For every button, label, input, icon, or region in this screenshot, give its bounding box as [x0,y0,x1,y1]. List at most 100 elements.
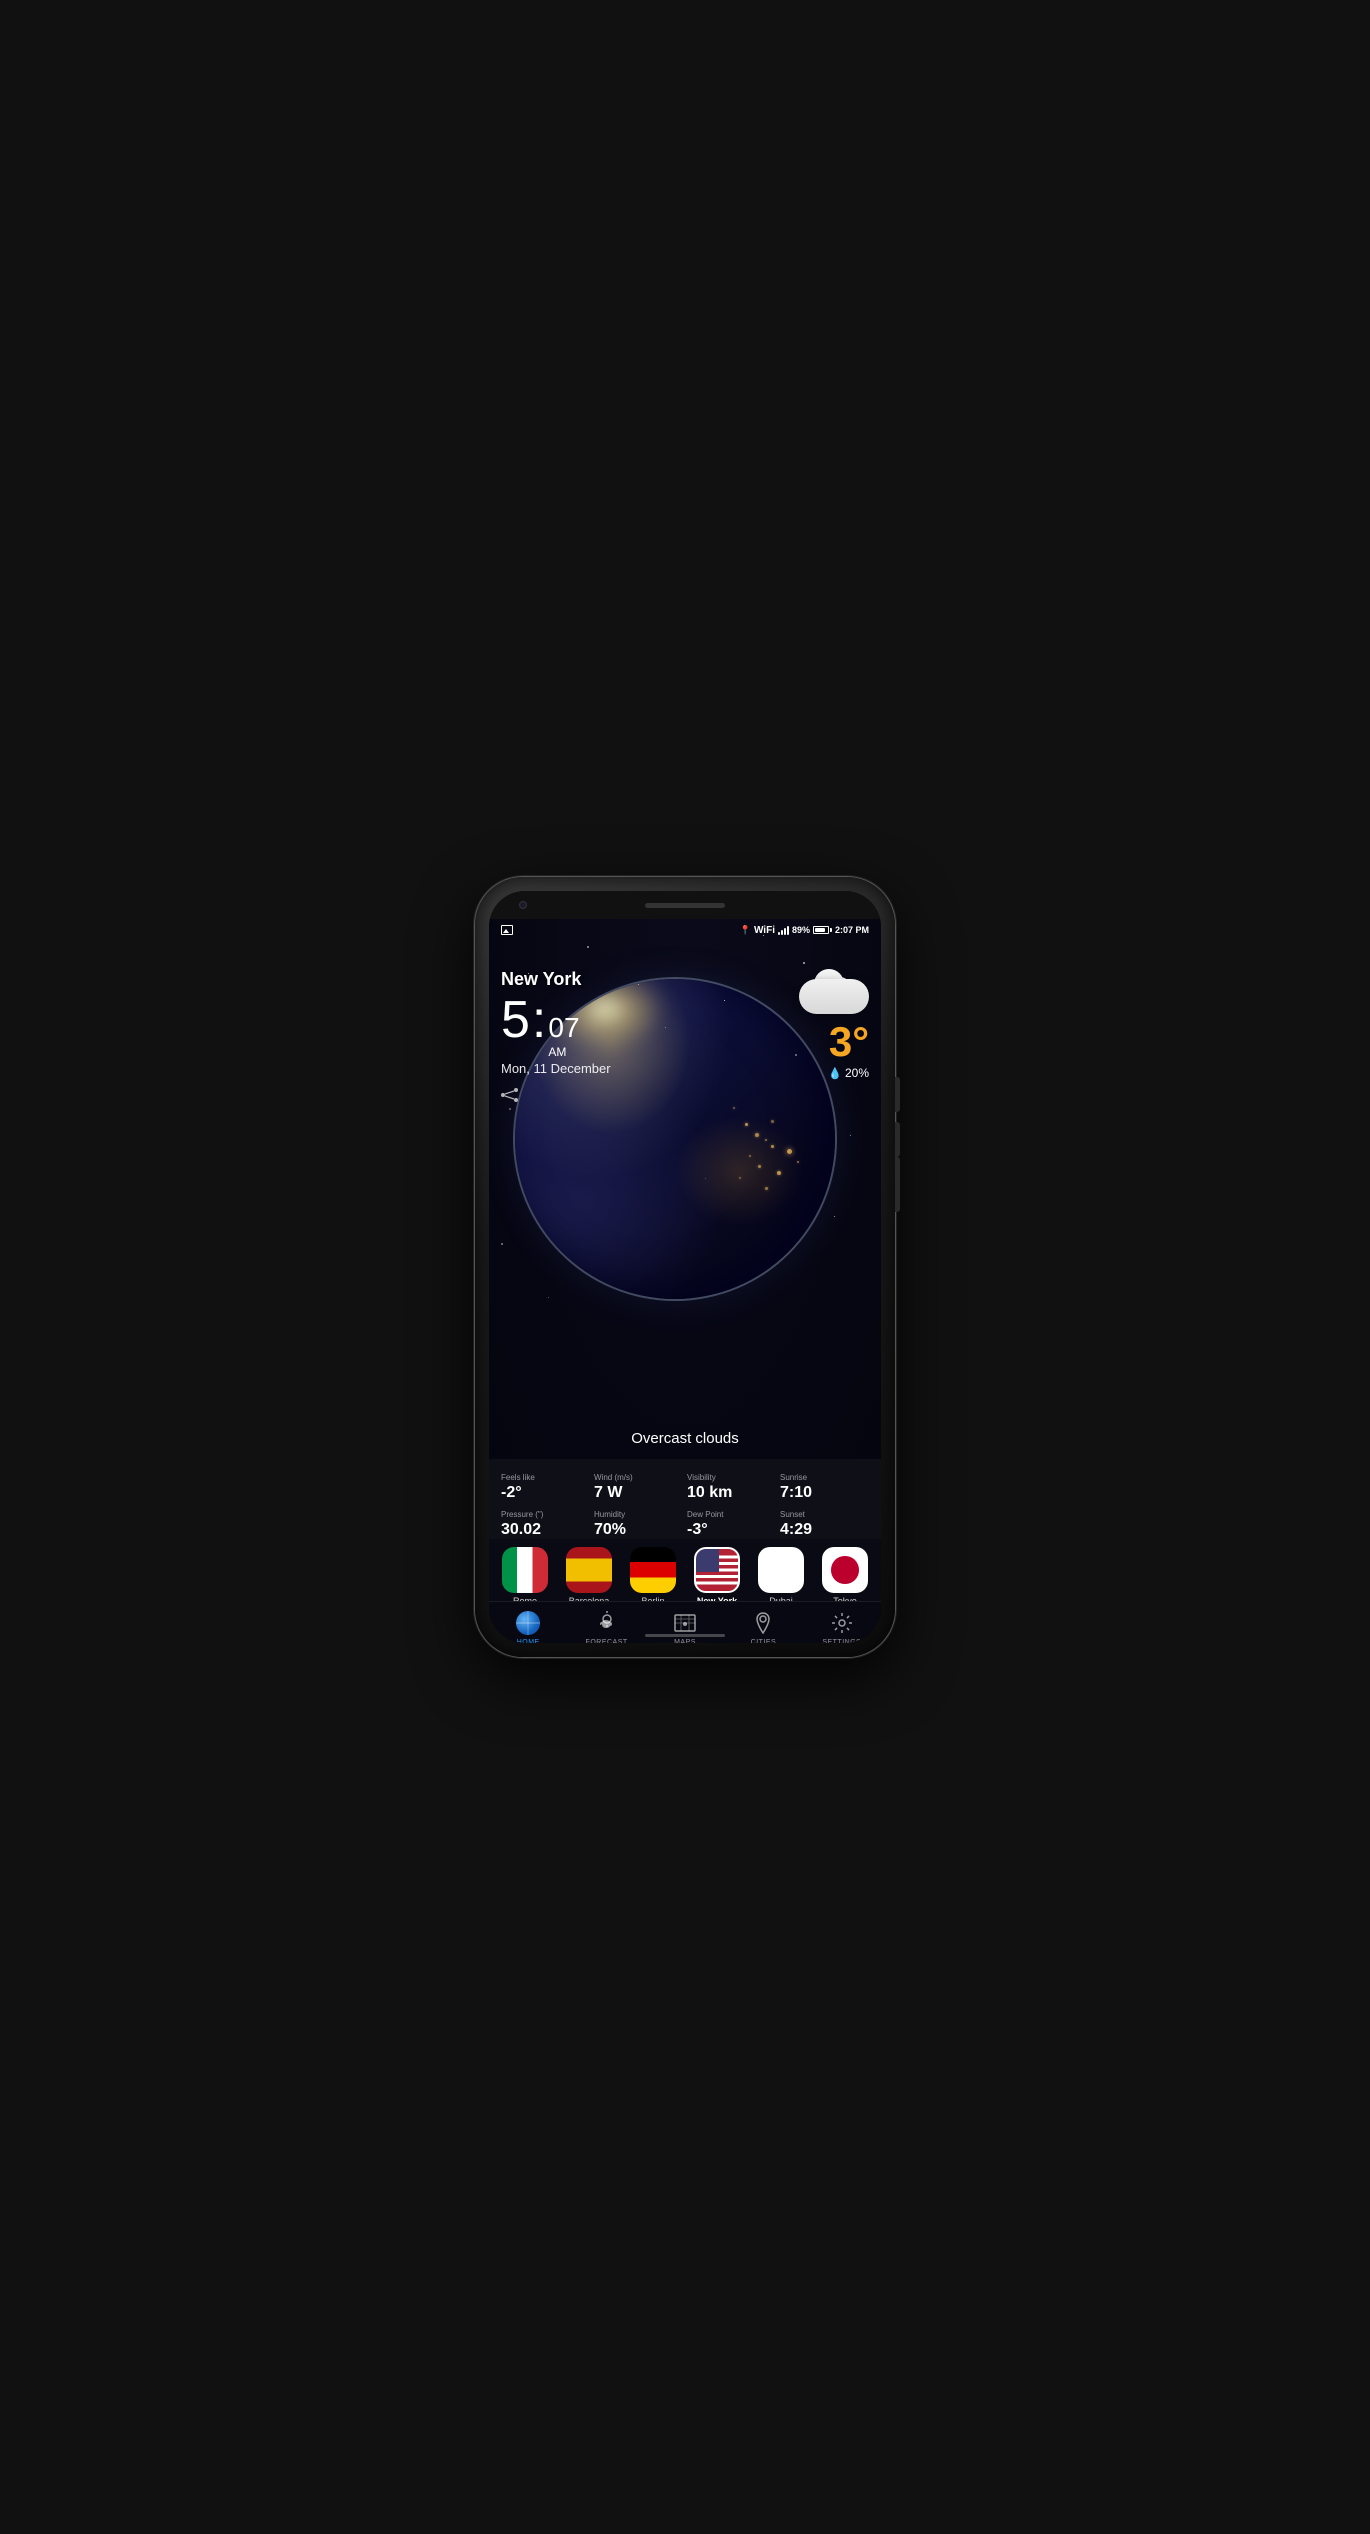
wifi-icon: WiFi [754,925,775,936]
new-york-flag [694,1547,740,1593]
home-nav-label: HOME [517,1639,540,1643]
city-item-dubai[interactable]: Dubai [758,1547,804,1606]
location-icon: 📍 [740,925,751,936]
volume-down-button[interactable] [895,1122,900,1157]
city-item-new-york[interactable]: New York [694,1547,740,1606]
cities-nav-label: CITIES [751,1639,777,1643]
battery-fill [815,928,825,932]
time-hour: 5 [501,994,530,1046]
visibility-value: 10 km [687,1484,776,1502]
battery-percent: 89% [792,925,810,935]
city-item-barcelona[interactable]: Barcelona [566,1547,612,1606]
temperature-display: 3° [829,1018,869,1066]
japan-circle [831,1556,859,1584]
feels-like-item: Feels like -2° [501,1473,590,1502]
nav-item-forecast[interactable]: FORECAST [567,1610,645,1643]
nav-item-cities[interactable]: CITIES [724,1610,802,1643]
clock-time: 2:07 PM [835,925,869,935]
pressure-value: 30.02 [501,1521,590,1539]
dubai-flag [758,1547,804,1593]
phone-frame: 📍 WiFi 89% 2:07 PM [475,877,895,1657]
phone-top-bezel [489,891,881,919]
weather-info-top-left: New York 5 : 07 AM Mon, 11 December [501,969,611,1107]
city-item-berlin[interactable]: Berlin [630,1547,676,1606]
precipitation-value: 20% [845,1066,869,1080]
sunrise-value: 7:10 [780,1484,869,1502]
dew-point-item: Dew Point -3° [687,1510,776,1539]
cloud-icon [799,974,869,1014]
nav-item-settings[interactable]: SETTINGS [803,1610,881,1643]
visibility-label: Visibility [687,1473,776,1482]
humidity-item: Humidity 70% [594,1510,683,1539]
time-minutes: 07 [548,1011,579,1045]
globe-icon [516,1611,540,1635]
cities-nav-icon [750,1610,776,1636]
sunrise-label: Sunrise [780,1473,869,1482]
battery-icon [813,926,832,934]
settings-nav-label: SETTINGS [822,1639,861,1643]
sunrise-item: Sunrise 7:10 [780,1473,869,1502]
humidity-label: Humidity [594,1510,683,1519]
precipitation-display: 💧 20% [828,1066,869,1080]
weather-condition-top-right: 3° 💧 20% [799,974,869,1080]
wind-value: 7 W [594,1484,683,1502]
forecast-nav-label: FORECAST [586,1639,628,1643]
settings-nav-icon [829,1610,855,1636]
sunset-label: Sunset [780,1510,869,1519]
rome-flag [502,1547,548,1593]
city-item-rome[interactable]: Rome [502,1547,548,1606]
share-icon[interactable] [501,1088,611,1107]
time-display: 5 : 07 AM [501,990,611,1059]
signal-bar-2 [781,930,783,935]
image-icon [501,925,513,935]
pressure-label: Pressure (") [501,1510,590,1519]
feels-like-label: Feels like [501,1473,590,1482]
time-colon: : [532,990,546,1050]
phone-screen: 📍 WiFi 89% 2:07 PM [489,891,881,1643]
tokyo-flag [822,1547,868,1593]
time-ampm: AM [548,1045,566,1059]
usa-canton [696,1549,719,1572]
status-left [501,925,513,935]
wind-item: Wind (m/s) 7 W [594,1473,683,1502]
sunset-item: Sunset 4:29 [780,1510,869,1539]
home-nav-icon [515,1610,541,1636]
time-min-ampm: 07 AM [548,1011,579,1059]
city-name: New York [501,969,611,990]
forecast-nav-icon [594,1610,620,1636]
weather-condition-label: Overcast clouds [489,1430,881,1447]
weather-details-panel: Feels like -2° Wind (m/s) 7 W Visibility… [489,1459,881,1549]
drop-icon: 💧 [828,1067,842,1080]
signal-bar-3 [784,928,786,935]
dew-point-value: -3° [687,1521,776,1539]
signal-bar-1 [778,932,780,935]
weather-main-area[interactable]: New York 5 : 07 AM Mon, 11 December [489,919,881,1459]
cloud-shape [799,979,869,1014]
maps-nav-icon [672,1610,698,1636]
berlin-flag [630,1547,676,1593]
nav-item-home[interactable]: HOME [489,1610,567,1643]
signal-bar-4 [787,926,789,935]
maps-nav-label: MAPS [674,1639,696,1643]
speaker-grille [645,903,725,908]
sunset-value: 4:29 [780,1521,869,1539]
humidity-value: 70% [594,1521,683,1539]
barcelona-flag [566,1547,612,1593]
visibility-item: Visibility 10 km [687,1473,776,1502]
signal-bars [778,925,789,935]
home-indicator[interactable] [645,1634,725,1637]
front-camera [519,901,527,909]
power-button[interactable] [895,1157,900,1212]
battery-tip [830,928,832,932]
nav-item-maps[interactable]: MAPS [646,1610,724,1643]
city-item-tokyo[interactable]: Tokyo [822,1547,868,1606]
pressure-item: Pressure (") 30.02 [501,1510,590,1539]
battery-body [813,926,829,934]
wind-label: Wind (m/s) [594,1473,683,1482]
status-bar: 📍 WiFi 89% 2:07 PM [489,919,881,941]
feels-like-value: -2° [501,1484,590,1502]
volume-up-button[interactable] [895,1077,900,1112]
dew-point-label: Dew Point [687,1510,776,1519]
date-display: Mon, 11 December [501,1061,611,1076]
status-right: 📍 WiFi 89% 2:07 PM [740,925,869,936]
